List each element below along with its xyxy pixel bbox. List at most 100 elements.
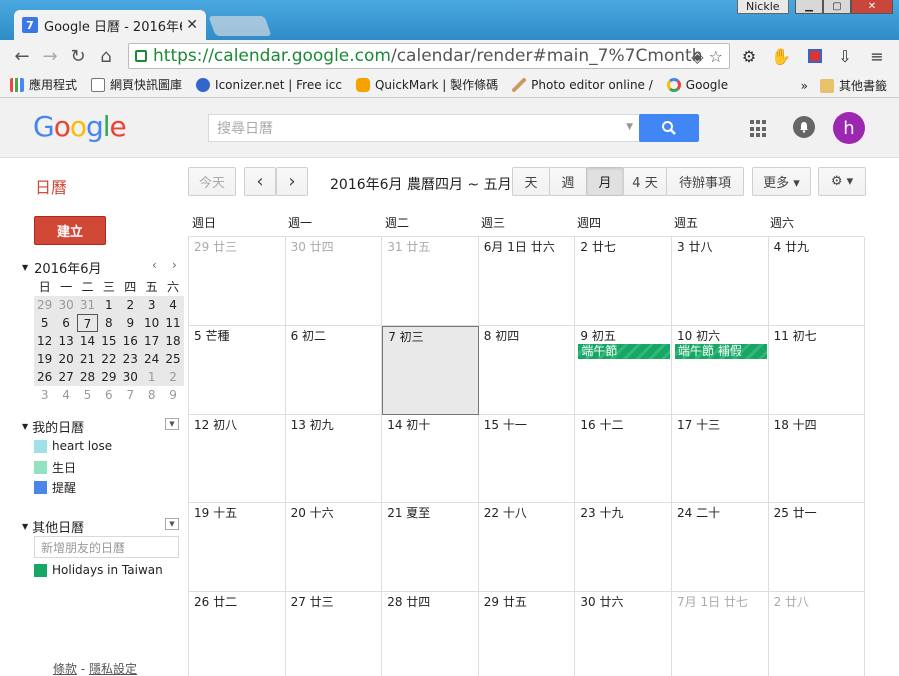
- day-label[interactable]: 7月 1日 廿七: [677, 595, 748, 609]
- mini-day[interactable]: 8: [141, 386, 162, 404]
- day-cell[interactable]: 8 初四: [478, 326, 576, 415]
- day-cell[interactable]: 15 十一: [478, 415, 576, 503]
- day-cell[interactable]: 13 初九: [285, 415, 383, 503]
- prev-button[interactable]: ‹: [244, 167, 276, 196]
- mini-day[interactable]: 28: [77, 368, 98, 386]
- my-calendars-menu-icon[interactable]: ▼: [165, 418, 179, 430]
- mini-day[interactable]: 30: [120, 368, 141, 386]
- day-cell[interactable]: 21 夏至: [382, 503, 479, 592]
- search-button[interactable]: [639, 114, 699, 142]
- calendar-item-heart-lose[interactable]: heart lose: [34, 439, 112, 453]
- extension-flag-icon[interactable]: [804, 46, 826, 66]
- mini-day[interactable]: 9: [162, 386, 183, 404]
- day-label[interactable]: 3 廿八: [677, 240, 712, 254]
- day-cell[interactable]: 30 廿六: [575, 592, 672, 676]
- day-cell[interactable]: 17 十三: [672, 415, 769, 503]
- mini-day[interactable]: 25: [162, 350, 183, 368]
- tab-agenda[interactable]: 待辦事項: [666, 167, 744, 196]
- day-label[interactable]: 30 廿四: [291, 240, 334, 254]
- mini-day[interactable]: 29: [34, 296, 55, 314]
- terms-link[interactable]: 條款: [53, 662, 77, 676]
- day-label[interactable]: 4 廿九: [774, 240, 809, 254]
- day-cell[interactable]: 6 初二: [285, 326, 383, 415]
- day-label[interactable]: 19 十五: [194, 506, 237, 520]
- day-label[interactable]: 29 廿五: [484, 595, 527, 609]
- mini-day[interactable]: 16: [120, 332, 141, 350]
- day-cell[interactable]: 7月 1日 廿七: [672, 592, 769, 676]
- color-swatch[interactable]: [34, 481, 47, 494]
- collapse-triangle-icon[interactable]: ▼: [22, 263, 28, 272]
- mini-day[interactable]: 6: [55, 314, 76, 332]
- mini-prev-icon[interactable]: ‹: [152, 258, 157, 272]
- day-label[interactable]: 2 廿八: [774, 595, 809, 609]
- day-label[interactable]: 5 芒種: [194, 329, 229, 343]
- mini-day[interactable]: 5: [34, 314, 55, 332]
- profile-button[interactable]: Nickle: [737, 0, 789, 14]
- day-cell[interactable]: 5 芒種: [189, 326, 286, 415]
- day-cell-today[interactable]: 7 初三: [382, 326, 479, 415]
- mini-day[interactable]: 2: [120, 296, 141, 314]
- bookmark-photo-editor[interactable]: Photo editor online /: [512, 77, 653, 92]
- mini-day[interactable]: 21: [77, 350, 98, 368]
- day-label[interactable]: 15 十一: [484, 418, 527, 432]
- mini-day[interactable]: 18: [162, 332, 183, 350]
- day-cell[interactable]: 12 初八: [189, 415, 286, 503]
- bookmark-iconizer[interactable]: Iconizer.net | Free icc: [196, 77, 342, 92]
- close-tab-icon[interactable]: ✕: [186, 17, 198, 33]
- day-label[interactable]: 12 初八: [194, 418, 237, 432]
- day-label[interactable]: 27 廿三: [291, 595, 334, 609]
- day-cell[interactable]: 18 十四: [768, 415, 866, 503]
- mini-day[interactable]: 15: [98, 332, 119, 350]
- reload-icon[interactable]: ↻: [64, 46, 92, 67]
- day-label[interactable]: 2 廿七: [580, 240, 615, 254]
- bookmark-star-icon[interactable]: ◈ ☆: [691, 47, 723, 66]
- today-button[interactable]: 今天: [188, 167, 236, 196]
- apps-grid-icon[interactable]: [750, 120, 768, 138]
- day-label[interactable]: 14 初十: [387, 418, 430, 432]
- mini-day[interactable]: 1: [98, 296, 119, 314]
- extension-hand-icon[interactable]: ✋: [770, 46, 792, 66]
- mini-day[interactable]: 23: [120, 350, 141, 368]
- tab-month[interactable]: 月: [586, 167, 624, 196]
- mini-next-icon[interactable]: ›: [172, 258, 177, 272]
- menu-icon[interactable]: ≡: [866, 46, 888, 66]
- home-icon[interactable]: ⌂: [92, 46, 120, 67]
- new-tab-button[interactable]: [208, 16, 272, 36]
- day-cell[interactable]: 3 廿八: [672, 237, 769, 326]
- tab-week[interactable]: 週: [549, 167, 587, 196]
- day-cell[interactable]: 29 廿五: [479, 592, 576, 676]
- event-chip[interactable]: 端午節: [578, 344, 670, 359]
- search-input[interactable]: 搜尋日曆 ▼: [208, 114, 640, 142]
- day-cell[interactable]: 26 廿二: [189, 592, 286, 676]
- browser-tab[interactable]: 7 Google 日曆 - 2016年6月 ✕: [14, 10, 206, 40]
- my-calendars-header[interactable]: ▼ 我的日曆: [22, 417, 84, 436]
- mini-day[interactable]: 31: [77, 296, 98, 314]
- privacy-link[interactable]: 隱私設定: [89, 662, 137, 676]
- mini-day[interactable]: 10: [141, 314, 162, 332]
- back-icon[interactable]: ←: [8, 46, 36, 67]
- day-label[interactable]: 29 廿三: [194, 240, 237, 254]
- mini-day[interactable]: 9: [120, 314, 141, 332]
- mini-calendar-header[interactable]: ▼ 2016年6月: [22, 258, 102, 277]
- mini-day[interactable]: 4: [162, 296, 183, 314]
- download-icon[interactable]: ⇩: [834, 46, 856, 66]
- mini-day[interactable]: 3: [34, 386, 55, 404]
- day-label[interactable]: 13 初九: [291, 418, 334, 432]
- collapse-triangle-icon[interactable]: ▼: [22, 422, 28, 431]
- forward-icon[interactable]: →: [36, 46, 64, 67]
- avatar[interactable]: h: [833, 112, 865, 144]
- day-cell[interactable]: 31 廿五: [382, 237, 479, 326]
- mini-day[interactable]: 6: [98, 386, 119, 404]
- day-label[interactable]: 11 初七: [774, 329, 817, 343]
- mini-day[interactable]: 27: [55, 368, 76, 386]
- mini-day[interactable]: 7: [120, 386, 141, 404]
- mini-day[interactable]: 1: [141, 368, 162, 386]
- tab-4days[interactable]: 4 天: [623, 167, 667, 196]
- mini-day[interactable]: 26: [34, 368, 55, 386]
- mini-day[interactable]: 14: [77, 332, 98, 350]
- day-label[interactable]: 10 初六: [677, 329, 720, 343]
- search-options-icon[interactable]: ▼: [626, 122, 633, 132]
- bookmark-webslice[interactable]: 網頁快訊圖庫: [91, 76, 182, 93]
- notifications-bell-icon[interactable]: [793, 116, 815, 138]
- google-logo[interactable]: Google: [33, 110, 127, 143]
